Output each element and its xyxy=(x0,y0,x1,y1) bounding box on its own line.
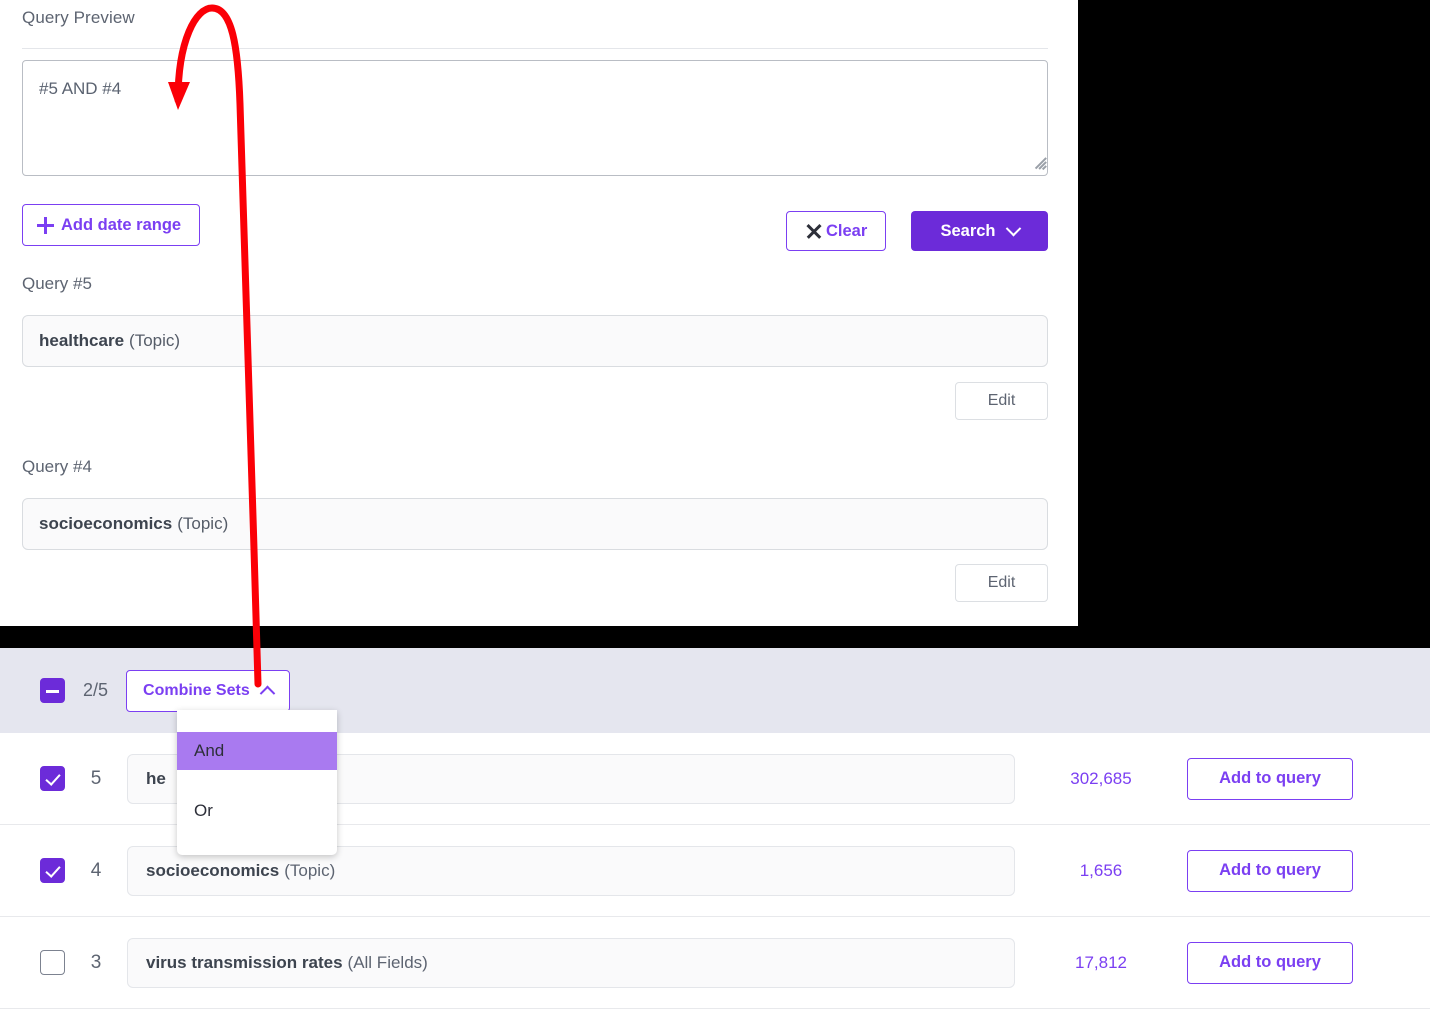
menu-top-pad xyxy=(177,710,337,732)
add-to-query-button-5[interactable]: Add to query xyxy=(1187,757,1353,800)
query-5-term: healthcare xyxy=(39,331,125,350)
menu-item-or[interactable]: Or xyxy=(177,792,337,830)
query-4-chip[interactable]: socioeconomics (Topic) xyxy=(22,498,1048,550)
query-4-field: (Topic) xyxy=(177,514,229,533)
query-4-term: socioeconomics xyxy=(39,514,173,533)
query-4-label: Query #4 xyxy=(22,457,92,476)
row-count-3: 17,812 xyxy=(1075,952,1127,972)
row-count-5: 302,685 xyxy=(1070,768,1132,788)
close-icon xyxy=(805,223,822,240)
row-term-3: virus transmission rates xyxy=(146,952,343,972)
search-label: Search xyxy=(940,221,996,240)
query-builder-panel: Query Preview Add date range Clear Searc… xyxy=(0,0,1078,626)
row-number-5: 5 xyxy=(90,767,102,789)
add-to-query-button-3[interactable]: Add to query xyxy=(1187,941,1353,984)
row-checkbox-4[interactable] xyxy=(40,858,65,883)
combine-sets-menu: And Or xyxy=(177,710,337,855)
edit-query-4-button[interactable]: Edit xyxy=(955,564,1048,602)
menu-gap xyxy=(177,770,337,792)
row-number-3: 3 xyxy=(90,951,102,973)
query-5-field: (Topic) xyxy=(129,331,181,350)
query-5-label: Query #5 xyxy=(22,274,92,293)
chevron-down-icon xyxy=(1005,220,1021,236)
chevron-up-icon xyxy=(259,685,275,702)
row-count-4: 1,656 xyxy=(1079,860,1123,880)
clear-label: Clear xyxy=(826,221,868,240)
add-date-range-button[interactable]: Add date range xyxy=(22,204,201,246)
query-5-chip[interactable]: healthcare (Topic) xyxy=(22,315,1048,367)
row-term-4: socioeconomics xyxy=(146,860,280,880)
edit-query-5-button[interactable]: Edit xyxy=(955,382,1048,420)
table-row: 3 virus transmission rates (All Fields) … xyxy=(0,917,1430,1009)
add-to-query-button-4[interactable]: Add to query xyxy=(1187,849,1353,892)
query-preview-label: Query Preview xyxy=(22,8,135,27)
select-all-checkbox[interactable] xyxy=(40,678,65,703)
header-divider xyxy=(22,48,1048,49)
query-preview-input[interactable] xyxy=(22,60,1048,176)
row-checkbox-3[interactable] xyxy=(40,950,65,975)
row-checkbox-5[interactable] xyxy=(40,766,65,791)
menu-item-and[interactable]: And xyxy=(177,732,337,770)
selection-count: 2/5 xyxy=(83,680,109,700)
row-term-5: he xyxy=(146,768,166,788)
combine-sets-button[interactable]: Combine Sets xyxy=(126,669,290,712)
row-number-4: 4 xyxy=(90,859,102,881)
combine-sets-label: Combine Sets xyxy=(143,681,250,699)
row-field-3: (All Fields) xyxy=(347,952,428,972)
clear-button[interactable]: Clear xyxy=(786,211,887,251)
row-query-chip-3[interactable]: virus transmission rates (All Fields) xyxy=(127,937,1015,988)
row-field-4: (Topic) xyxy=(284,860,336,880)
plus-icon xyxy=(37,216,54,234)
add-date-range-label: Add date range xyxy=(61,215,182,234)
search-button[interactable]: Search xyxy=(911,211,1048,251)
